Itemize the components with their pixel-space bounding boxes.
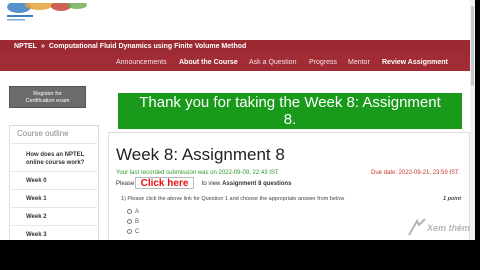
option-label: C xyxy=(135,229,140,236)
view-target-text: Assignment 8 questions xyxy=(222,181,292,187)
to-view-text: to view xyxy=(201,181,221,187)
outline-divider xyxy=(11,225,97,226)
page-title: Week 8: Assignment 8 xyxy=(116,145,285,164)
option-label: B xyxy=(135,219,140,226)
outline-item-week-0[interactable]: Week 0 xyxy=(26,177,47,185)
register-line-2: Certification exam xyxy=(25,98,70,104)
course-nav: Announcements About the Course Ask a Que… xyxy=(0,54,475,71)
question-points: 1 point xyxy=(443,196,462,202)
banner-line-1: Thank you for taking the Week 8: Assignm… xyxy=(139,94,441,111)
course-title[interactable]: Computational Fluid Dynamics using Finit… xyxy=(49,43,246,50)
breadcrumb-separator: » xyxy=(40,43,45,50)
course-outline-title: Course outline xyxy=(17,129,69,138)
course-bar: NPTEL» Computational Fluid Dynamics using… xyxy=(0,40,475,54)
nav-announcements[interactable]: Announcements xyxy=(116,54,167,71)
due-date-text: Due date: 2022-09-21, 23:59 IST. xyxy=(371,170,460,176)
banner-line-2: 8. xyxy=(283,111,297,128)
org-link[interactable]: NPTEL xyxy=(14,43,37,50)
outline-divider xyxy=(11,171,97,172)
outline-item-week-3[interactable]: Week 3 xyxy=(26,231,47,239)
option-b[interactable]: B xyxy=(127,219,139,225)
watermark-icon: Xem thêm xyxy=(408,218,470,236)
outline-divider xyxy=(11,143,97,144)
radio-button[interactable] xyxy=(127,229,132,234)
question-text: 1) Please click the above link for Quest… xyxy=(121,196,345,202)
watermark-logo: Xem thêm xyxy=(405,215,475,240)
radio-button[interactable] xyxy=(127,209,132,214)
outline-item-how-it-works[interactable]: How does an NPTEL online course work? xyxy=(26,151,88,167)
outline-divider xyxy=(11,207,97,208)
outline-item-week-2[interactable]: Week 2 xyxy=(26,213,47,221)
outline-item-week-1[interactable]: Week 1 xyxy=(26,195,47,203)
option-label: A xyxy=(135,209,140,216)
scrollbar-thumb[interactable] xyxy=(471,6,474,86)
watermark-text: Xem thêm xyxy=(426,223,470,233)
please-text: Please xyxy=(116,181,135,187)
register-line-1: Register for xyxy=(33,91,62,97)
site-header xyxy=(0,0,475,40)
register-certification-button[interactable]: Register for Certification exam xyxy=(9,86,86,108)
outline-divider xyxy=(11,189,97,190)
nav-about-course[interactable]: About the Course xyxy=(179,54,238,71)
radio-button[interactable] xyxy=(127,219,132,224)
logo-graphic xyxy=(7,0,87,21)
click-here-link[interactable]: Click here xyxy=(135,177,194,189)
option-c[interactable]: C xyxy=(127,229,139,235)
nav-progress[interactable]: Progress xyxy=(309,54,337,71)
submission-banner: Thank you for taking the Week 8: Assignm… xyxy=(118,93,462,129)
nav-review-assignment[interactable]: Review Assignment xyxy=(382,54,448,71)
nptel-logo[interactable] xyxy=(5,0,115,33)
nav-mentor[interactable]: Mentor xyxy=(348,54,370,71)
browser-viewport: NPTEL» Computational Fluid Dynamics using… xyxy=(0,0,475,240)
nav-ask-question[interactable]: Ask a Question xyxy=(249,54,296,71)
last-submission-text: Your last recorded submission was on 202… xyxy=(116,170,279,176)
option-a[interactable]: A xyxy=(127,209,139,215)
